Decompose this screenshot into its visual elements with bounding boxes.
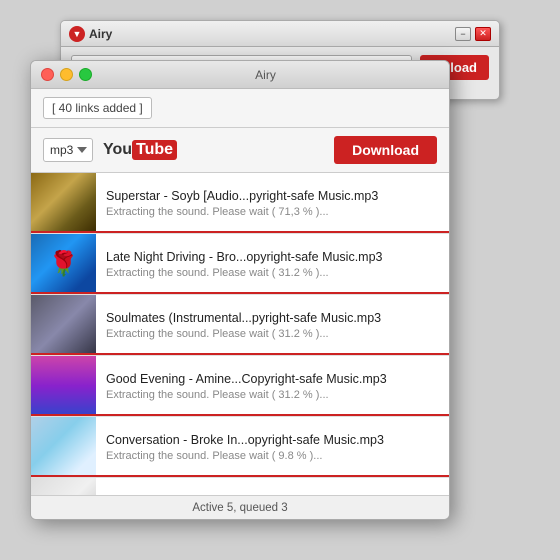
track-item[interactable]: Good Evening - Amine...Copyright-safe Mu…	[31, 356, 449, 417]
youtube-tube-text: Tube	[132, 140, 177, 160]
bg-window-controls: − ✕	[455, 27, 491, 41]
download-button[interactable]: Download	[334, 136, 437, 164]
links-bar: [ 40 links added ]	[31, 89, 449, 128]
track-info: Late Night Driving - Bro...opyright-safe…	[96, 234, 449, 294]
track-item[interactable]: Late Night Driving - Bro...opyright-safe…	[31, 234, 449, 295]
bg-app-name: Airy	[89, 27, 112, 41]
track-name: Late Night Driving - Bro...opyright-safe…	[106, 250, 439, 264]
status-text: Active 5, queued 3	[192, 502, 287, 514]
track-status: Extracting the sound. Please wait ( 31.2…	[106, 267, 439, 279]
youtube-you-text: You	[103, 141, 132, 159]
track-thumbnail	[31, 478, 96, 495]
track-status: Extracting the sound. Please wait ( 9.8 …	[106, 450, 439, 462]
main-window: Airy [ 40 links added ] mp3 YouTube Down…	[30, 60, 450, 520]
track-thumbnail	[31, 417, 96, 477]
bg-close-button[interactable]: ✕	[475, 27, 491, 41]
bg-logo: ▼ Airy	[69, 26, 112, 42]
track-name: Soulmates (Instrumental...pyright-safe M…	[106, 311, 439, 325]
track-thumbnail	[31, 173, 96, 233]
track-item[interactable]: Conversation - Broke In...opyright-safe …	[31, 417, 449, 478]
track-name: Superstar - Soyb [Audio...pyright-safe M…	[106, 189, 439, 203]
main-titlebar: Airy	[31, 61, 449, 89]
track-item[interactable]: Superstar - Soyb [Audio...pyright-safe M…	[31, 173, 449, 234]
track-info: Good Evening - Amine...Copyright-safe Mu…	[96, 356, 449, 416]
airy-icon: ▼	[69, 26, 85, 42]
track-thumbnail	[31, 295, 96, 355]
tracks-list: Superstar - Soyb [Audio...pyright-safe M…	[31, 173, 449, 495]
track-status: Extracting the sound. Please wait ( 31.2…	[106, 389, 439, 401]
track-status: Extracting the sound. Please wait ( 71,3…	[106, 206, 439, 218]
status-bar: Active 5, queued 3	[31, 495, 449, 519]
track-thumbnail	[31, 356, 96, 416]
track-item[interactable]: Soulmates (Instrumental...pyright-safe M…	[31, 295, 449, 356]
track-info: Conversation - Broke In...opyright-safe …	[96, 417, 449, 477]
main-window-title: Airy	[92, 68, 439, 82]
track-name: Conversation - Broke In...opyright-safe …	[106, 433, 439, 447]
youtube-logo: YouTube	[103, 140, 177, 160]
format-select[interactable]: mp3	[43, 138, 93, 162]
track-thumbnail	[31, 234, 96, 294]
track-info: Soulmates (Instrumental...pyright-safe M…	[96, 295, 449, 355]
track-info: Superstar - Soyb [Audio...pyright-safe M…	[96, 173, 449, 233]
track-name: Good Evening - Amine...Copyright-safe Mu…	[106, 372, 439, 386]
track-item[interactable]: The Day I Met You - Arv...opyright-safe …	[31, 478, 449, 495]
mac-maximize-button[interactable]	[79, 68, 92, 81]
bg-minimize-button[interactable]: −	[455, 27, 471, 41]
track-status: Extracting the sound. Please wait ( 31.2…	[106, 328, 439, 340]
bg-titlebar: ▼ Airy − ✕	[61, 21, 499, 47]
track-info: The Day I Met You - Arv...opyright-safe …	[96, 478, 449, 495]
mac-minimize-button[interactable]	[60, 68, 73, 81]
mac-window-buttons	[41, 68, 92, 81]
controls-bar: mp3 YouTube Download	[31, 128, 449, 173]
mac-close-button[interactable]	[41, 68, 54, 81]
links-count-badge: [ 40 links added ]	[43, 97, 152, 119]
